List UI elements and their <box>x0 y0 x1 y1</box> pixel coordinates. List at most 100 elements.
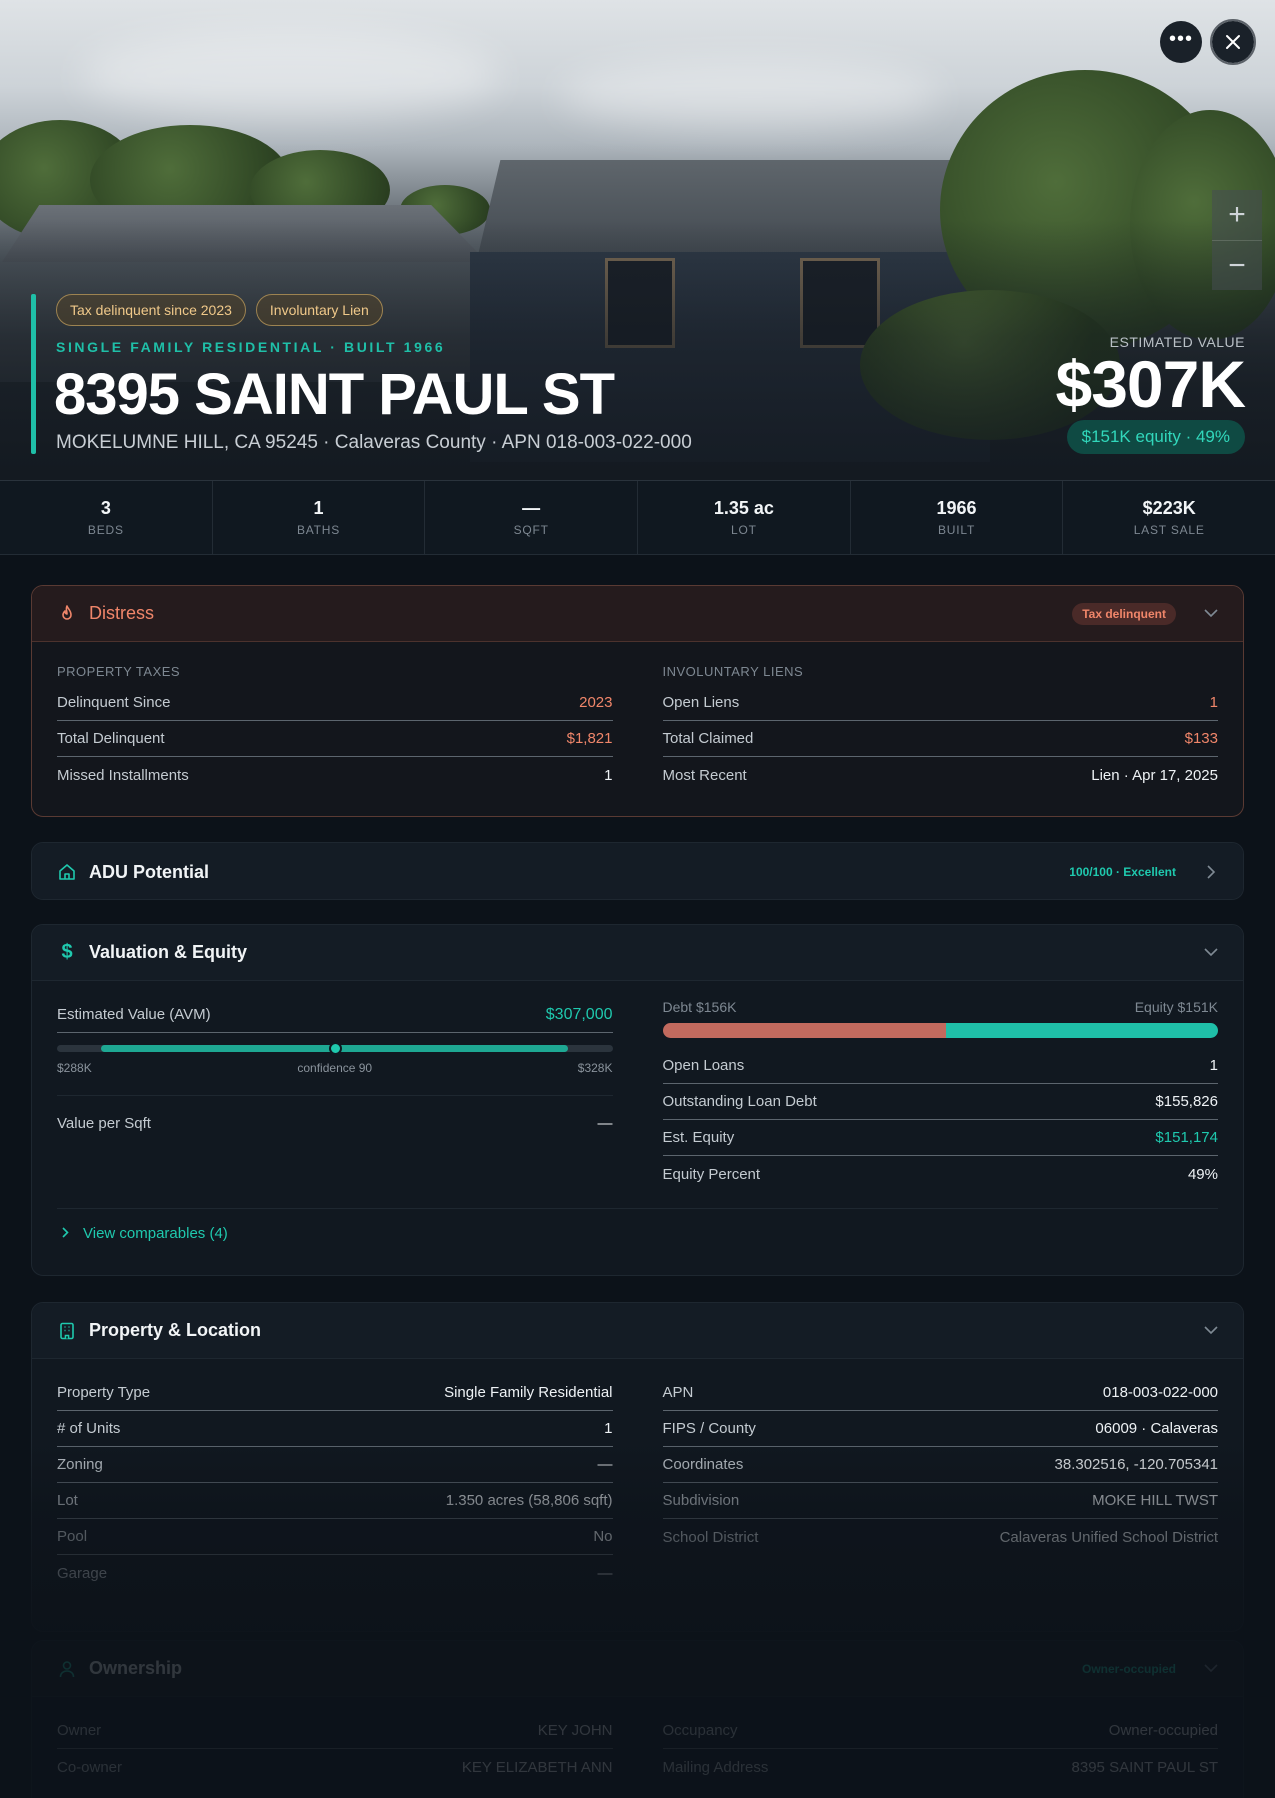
table-row: APN 018-003-022-000 <box>662 1375 1218 1411</box>
ownership-badge: Owner-occupied <box>1081 1661 1176 1676</box>
range-high: $328K <box>577 1061 613 1075</box>
row-value: 38.302516, -120.705341 <box>1054 1456 1218 1473</box>
table-row: Owner KEY JOHN <box>57 1713 613 1749</box>
row-key: School District <box>662 1528 759 1546</box>
row-key: Total Claimed <box>662 730 754 747</box>
table-row: Co-owner KEY ELIZABETH ANN <box>57 1749 613 1785</box>
stat-built: 1966 BUILT <box>851 481 1064 554</box>
stat-label: SQFT <box>513 523 549 537</box>
table-row: Equity Percent 49% <box>663 1156 1219 1192</box>
row-value: $155,826 <box>1155 1093 1218 1110</box>
property-title: Property & Location <box>89 1320 262 1340</box>
row-key: Coordinates <box>662 1456 744 1473</box>
stat-label: BUILT <box>937 523 976 537</box>
row-value: 1 <box>604 766 613 784</box>
stat-sqft: — SQFT <box>425 481 639 554</box>
row-key: Value per Sqft <box>57 1115 151 1132</box>
row-key: Pool <box>57 1528 88 1545</box>
table-row: Property Type Single Family Residential <box>57 1375 613 1411</box>
row-value: $1,821 <box>566 730 613 747</box>
table-row: Total Claimed $133 <box>662 721 1218 757</box>
avm-confidence-range <box>57 1042 613 1055</box>
table-row: Subdivision MOKE HILL TWST <box>662 1483 1218 1519</box>
table-row: Occupancy Owner-occupied <box>662 1713 1218 1749</box>
property-taxes-label: PROPERTY TAXES <box>57 664 181 679</box>
building-icon <box>57 1321 77 1341</box>
row-key: Property Type <box>57 1384 151 1401</box>
stat-label: BEDS <box>87 523 124 537</box>
stat-value: 1966 <box>936 498 977 518</box>
stat-label: LOT <box>730 523 757 537</box>
street-view-photo: ••• + − Tax delinquent since 2023 Involu… <box>0 0 1275 480</box>
ownership-card: Ownership Owner-occupied Owner KEY JOHN C… <box>31 1640 1244 1798</box>
map-zoom-control: + − <box>1212 190 1262 290</box>
range-confidence: confidence 90 <box>297 1061 373 1075</box>
chevron-down-icon[interactable] <box>1204 946 1218 960</box>
valuation-header[interactable]: $ Valuation & Equity <box>32 925 1243 981</box>
property-location-card: Property & Location Property Type Single … <box>31 1302 1244 1632</box>
table-row: Zoning — <box>57 1447 613 1483</box>
table-row: Open Liens 1 <box>662 685 1218 721</box>
accent-bar <box>31 294 36 454</box>
user-icon <box>57 1659 77 1679</box>
range-low: $288K <box>57 1061 92 1075</box>
ownership-header[interactable]: Ownership Owner-occupied <box>32 1641 1243 1697</box>
chevron-down-icon[interactable] <box>1204 607 1218 621</box>
chevron-down-icon[interactable] <box>1204 1324 1218 1338</box>
more-options-button[interactable]: ••• <box>1160 21 1202 63</box>
stat-value: $223K <box>1142 498 1196 518</box>
row-value: 2023 <box>579 694 613 711</box>
row-key: Most Recent <box>662 766 747 784</box>
chevron-right-icon <box>62 1225 69 1242</box>
stat-baths: 1 BATHS <box>213 481 426 554</box>
stat-value: 1 <box>313 498 324 518</box>
stat-lot: 1.35 ac LOT <box>638 481 851 554</box>
row-key: Est. Equity <box>662 1129 735 1146</box>
zoom-out-button[interactable]: − <box>1212 240 1262 290</box>
table-row: Mailing Address 8395 SAINT PAUL ST <box>663 1749 1219 1785</box>
row-key: Mailing Address <box>662 1758 769 1776</box>
table-row: Garage — <box>57 1555 613 1591</box>
row-value: 1 <box>604 1420 613 1437</box>
property-header[interactable]: Property & Location <box>32 1303 1243 1359</box>
row-value: 49% <box>1187 1165 1218 1183</box>
debt-label: Debt $156K <box>662 999 737 1015</box>
valuation-equity-card: $ Valuation & Equity Estimated Value (AV… <box>31 924 1244 1276</box>
row-key: APN <box>662 1384 694 1401</box>
close-button[interactable] <box>1210 19 1256 65</box>
row-value: No <box>593 1528 613 1545</box>
row-key: FIPS / County <box>662 1420 756 1437</box>
row-key: Delinquent Since <box>57 694 171 711</box>
tag-tax-delinquent: Tax delinquent since 2023 <box>56 294 246 326</box>
row-value: $151,174 <box>1155 1129 1218 1146</box>
row-key: Garage <box>57 1564 108 1582</box>
stat-label: BATHS <box>296 523 341 537</box>
distress-card: Distress Tax delinquent PROPERTY TAXES D… <box>31 585 1244 817</box>
table-row: School District Calaveras Unified School … <box>663 1519 1219 1555</box>
property-subtitle: SINGLE FAMILY RESIDENTIAL · BUILT 1966 <box>56 339 446 355</box>
view-comparables-link[interactable]: View comparables (4) <box>57 1208 1218 1258</box>
adu-potential-card[interactable]: ADU Potential 100/100 · Excellent <box>31 842 1244 900</box>
distress-title: Distress <box>89 603 155 623</box>
distress-header[interactable]: Distress Tax delinquent <box>32 586 1243 642</box>
adu-header[interactable]: ADU Potential 100/100 · Excellent <box>32 843 1243 899</box>
row-key: Owner <box>57 1722 102 1739</box>
row-value: $133 <box>1184 730 1218 747</box>
zoom-in-button[interactable]: + <box>1212 190 1262 240</box>
chevron-right-icon[interactable] <box>1204 865 1218 879</box>
home-icon <box>57 862 77 882</box>
row-value: Single Family Residential <box>444 1384 613 1401</box>
avm-value: $307,000 <box>545 1005 613 1023</box>
flame-icon <box>57 604 77 624</box>
chevron-down-icon[interactable] <box>1204 1662 1218 1676</box>
stat-value: — <box>522 498 541 518</box>
row-key: Open Loans <box>662 1057 745 1074</box>
distress-badge: Tax delinquent <box>1072 602 1176 625</box>
table-row: Most Recent Lien · Apr 17, 2025 <box>663 757 1219 793</box>
close-icon <box>1226 35 1240 49</box>
row-value: — <box>597 1115 613 1132</box>
equity-label: Equity $151K <box>1134 999 1218 1015</box>
stat-value: 3 <box>100 498 111 518</box>
row-value: 1 <box>1209 1057 1218 1074</box>
row-value: 8395 SAINT PAUL ST <box>1071 1758 1218 1776</box>
